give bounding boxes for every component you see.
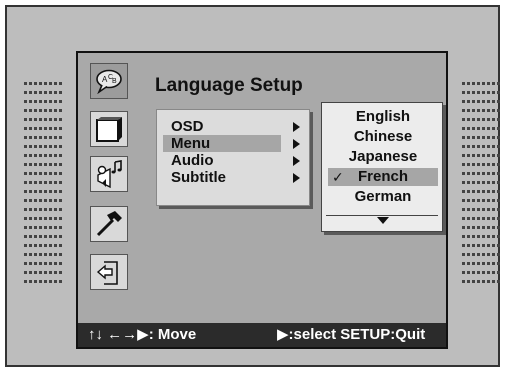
option-label: German [354, 188, 412, 205]
setup-menu-panel: A C B Language Setup OSD Menu Audio Subt… [76, 51, 448, 349]
submenu-item-osd[interactable]: OSD [163, 118, 281, 135]
audio-arrow-icon [293, 156, 300, 166]
exit-door-icon [96, 261, 118, 285]
select-quit-hint: ▶:select SETUP:Quit [277, 326, 426, 343]
video-setup-tab[interactable] [90, 111, 128, 147]
exit-setup-tab[interactable] [90, 254, 128, 290]
left-speaker-grille [24, 82, 64, 289]
option-french[interactable]: ✓ French [328, 168, 438, 186]
language-icon: A C B [96, 69, 122, 94]
option-label: Japanese [348, 148, 418, 165]
hammer-icon [96, 211, 122, 237]
audio-setup-tab[interactable] [90, 156, 128, 192]
submenu-item-subtitle[interactable]: Subtitle [163, 169, 281, 186]
page-title: Language Setup [155, 75, 303, 96]
option-english[interactable]: English [328, 108, 438, 126]
move-hint: ↑↓ ←→▶: Move [88, 326, 197, 343]
option-japanese[interactable]: Japanese [328, 148, 438, 166]
osd-arrow-icon [293, 122, 300, 132]
language-submenu: OSD Menu Audio Subtitle [156, 109, 310, 206]
submenu-item-menu[interactable]: Menu [163, 135, 281, 152]
option-label: Chinese [353, 128, 413, 145]
right-speaker-grille [462, 82, 502, 289]
navigation-help-bar: ↑↓ ←→▶: Move ▶:select SETUP:Quit [78, 323, 446, 347]
menu-arrow-icon [293, 139, 300, 149]
option-chinese[interactable]: Chinese [328, 128, 438, 146]
preference-setup-tab[interactable] [90, 206, 128, 242]
checkmark-icon: ✓ [332, 169, 344, 185]
language-tab[interactable]: A C B [90, 63, 128, 99]
svg-text:B: B [112, 78, 117, 85]
scroll-down-arrow-icon[interactable] [377, 217, 389, 224]
language-option-list: English Chinese Japanese ✓ French German [321, 102, 443, 232]
option-label: French [357, 168, 408, 185]
option-german[interactable]: German [328, 188, 438, 206]
subtitle-arrow-icon [293, 173, 300, 183]
tv-screen: A C B Language Setup OSD Menu Audio Subt… [5, 5, 502, 367]
option-label: English [355, 108, 411, 125]
list-divider [326, 215, 438, 216]
submenu-item-audio[interactable]: Audio [163, 152, 281, 169]
tv-display-icon [96, 117, 122, 142]
audio-speaker-icon [97, 160, 122, 189]
